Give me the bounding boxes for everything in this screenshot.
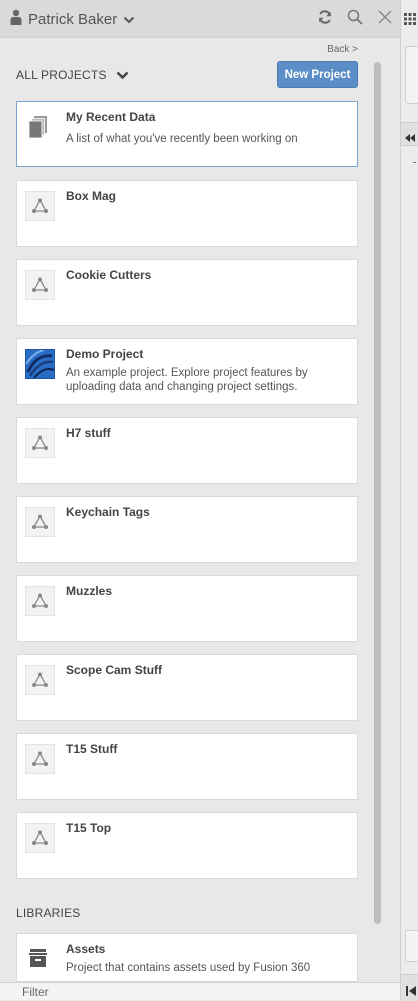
project-title: T15 Top (66, 821, 112, 835)
project-icon (25, 665, 55, 695)
user-icon (10, 9, 22, 30)
user-menu[interactable]: Patrick Baker (10, 9, 135, 30)
all-projects-header[interactable]: ALL PROJECTS (16, 68, 129, 83)
project-card-keychain-tags[interactable]: Keychain Tags (16, 496, 358, 563)
library-title: Assets (66, 942, 106, 956)
close-icon[interactable] (376, 8, 394, 26)
project-title: My Recent Data (66, 110, 156, 124)
project-card-muzzles[interactable]: Muzzles (16, 575, 358, 642)
project-card-t15-top[interactable]: T15 Top (16, 812, 358, 879)
user-name: Patrick Baker (28, 11, 118, 28)
adjacent-pane-edge (400, 0, 418, 1001)
library-card-assets[interactable]: Assets Project that contains assets used… (16, 933, 358, 982)
grid-icon[interactable] (404, 12, 416, 30)
project-card-scope-cam-stuff[interactable]: Scope Cam Stuff (16, 654, 358, 721)
project-card-h7-stuff[interactable]: H7 stuff (16, 417, 358, 484)
filter-input[interactable] (0, 983, 381, 1000)
project-card-my-recent-data[interactable]: My Recent Data A list of what you've rec… (16, 101, 358, 167)
new-project-button[interactable]: New Project (277, 61, 358, 88)
adjacent-frame (405, 46, 418, 104)
project-card-demo-project[interactable]: Demo Project An example project. Explore… (16, 338, 358, 405)
project-title: Box Mag (66, 189, 117, 203)
project-icon (25, 428, 55, 458)
demo-thumbnail-icon (25, 349, 55, 379)
library-icon (26, 946, 50, 970)
refresh-icon[interactable] (316, 8, 334, 26)
project-title: Muzzles (66, 584, 113, 598)
project-icon (25, 823, 55, 853)
project-card-cookie-cutters[interactable]: Cookie Cutters (16, 259, 358, 326)
chevron-down-icon (116, 69, 129, 83)
project-icon (25, 270, 55, 300)
adjacent-toolbar (401, 122, 418, 146)
filter-bar (0, 982, 400, 1000)
documents-icon (26, 115, 50, 139)
adjacent-bottom-bar (401, 974, 418, 1001)
skip-start-icon[interactable] (406, 983, 416, 1001)
project-icon (25, 586, 55, 616)
project-icon (25, 191, 55, 221)
project-title: T15 Stuff (66, 742, 118, 756)
project-title: H7 stuff (66, 426, 111, 440)
project-title: Keychain Tags (66, 505, 150, 519)
project-description: An example project. Explore project feat… (66, 367, 308, 393)
project-card-box-mag[interactable]: Box Mag (16, 180, 358, 247)
library-description: Project that contains assets used by Fus… (66, 962, 311, 974)
project-card-t15-stuff[interactable]: T15 Stuff (16, 733, 358, 800)
back-link[interactable]: Back > (327, 44, 358, 55)
project-title: Demo Project (66, 347, 144, 361)
project-title: Scope Cam Stuff (66, 663, 163, 677)
project-description: A list of what you've recently been work… (66, 133, 298, 145)
top-bar: Patrick Baker (0, 0, 400, 38)
all-projects-label: ALL PROJECTS (16, 68, 107, 82)
rewind-icon[interactable] (405, 129, 415, 147)
project-icon (25, 507, 55, 537)
scrollbar-thumb[interactable] (374, 62, 381, 924)
project-title: Cookie Cutters (66, 268, 152, 282)
adjacent-mark (413, 162, 416, 163)
libraries-label: LIBRARIES (16, 906, 81, 920)
adjacent-lower-frame (405, 930, 418, 962)
chevron-down-icon (123, 11, 135, 29)
project-icon (25, 744, 55, 774)
search-icon[interactable] (346, 8, 364, 26)
